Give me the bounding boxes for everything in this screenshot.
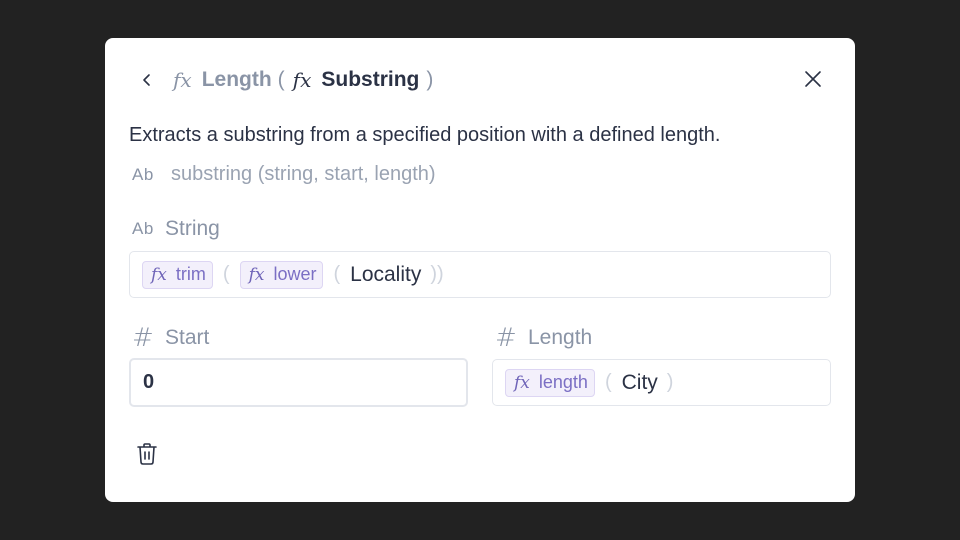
start-param-input[interactable]: 0 bbox=[129, 358, 468, 407]
breadcrumb: 𝑓𝑥 Length ( 𝑓𝑥 Substring ) bbox=[173, 66, 433, 94]
fx-icon: 𝑓𝑥 bbox=[173, 68, 192, 92]
function-chip-length[interactable]: 𝑓𝑥 length bbox=[505, 368, 595, 397]
start-value: 0 bbox=[143, 371, 155, 393]
number-type-icon: # bbox=[495, 323, 517, 353]
back-button[interactable] bbox=[133, 66, 161, 94]
chip-label: length bbox=[538, 372, 588, 392]
chevron-left-icon bbox=[143, 74, 150, 86]
modal-header: 𝑓𝑥 Length ( 𝑓𝑥 Substring ) bbox=[105, 38, 855, 122]
number-type-icon: # bbox=[132, 323, 154, 353]
open-paren: ( bbox=[222, 263, 230, 285]
fx-icon: 𝑓𝑥 bbox=[514, 372, 530, 393]
function-chip-lower[interactable]: 𝑓𝑥 lower bbox=[239, 260, 324, 289]
fx-icon: 𝑓𝑥 bbox=[248, 264, 265, 285]
string-param-field[interactable]: 𝑓𝑥 trim ( 𝑓𝑥 lower ( Locality )) bbox=[129, 251, 831, 298]
fx-icon: 𝑓𝑥 bbox=[151, 264, 167, 285]
length-param-field[interactable]: 𝑓𝑥 length ( City ) bbox=[492, 359, 831, 406]
open-paren: ( bbox=[333, 263, 341, 285]
trash-icon bbox=[137, 443, 157, 465]
open-paren: ( bbox=[604, 371, 612, 393]
breadcrumb-outer-function[interactable]: Length bbox=[202, 68, 272, 92]
param-label: Start bbox=[165, 326, 210, 349]
length-param-label: # Length bbox=[495, 323, 592, 353]
breadcrumb-close-paren: ) bbox=[426, 68, 434, 91]
chip-label: lower bbox=[273, 264, 317, 284]
column-reference-city[interactable]: City bbox=[622, 371, 658, 395]
function-signature: Ab substring (string, start, length) bbox=[132, 163, 436, 186]
string-param-label: Ab String bbox=[132, 217, 220, 241]
param-label: String bbox=[165, 217, 220, 240]
delete-button[interactable] bbox=[133, 440, 161, 468]
breadcrumb-open-paren: ( bbox=[277, 68, 285, 91]
chip-label: trim bbox=[175, 264, 206, 284]
param-label: Length bbox=[528, 326, 593, 349]
start-param-label: # Start bbox=[132, 323, 209, 353]
close-icon bbox=[805, 71, 821, 87]
text-type-icon: Ab bbox=[132, 219, 154, 238]
function-editor-modal: 𝑓𝑥 Length ( 𝑓𝑥 Substring ) Extracts a su… bbox=[105, 38, 855, 502]
text-type-icon: Ab bbox=[132, 164, 154, 184]
column-reference-locality[interactable]: Locality bbox=[350, 263, 421, 287]
function-chip-trim[interactable]: 𝑓𝑥 trim bbox=[142, 260, 213, 289]
function-description: Extracts a substring from a specified po… bbox=[129, 124, 721, 146]
close-parens: )) bbox=[430, 263, 444, 285]
close-paren: ) bbox=[666, 371, 674, 393]
fx-icon: 𝑓𝑥 bbox=[292, 68, 312, 92]
breadcrumb-current-function: Substring bbox=[321, 68, 420, 91]
signature-text: substring (string, start, length) bbox=[171, 163, 436, 185]
close-button[interactable] bbox=[799, 65, 827, 93]
